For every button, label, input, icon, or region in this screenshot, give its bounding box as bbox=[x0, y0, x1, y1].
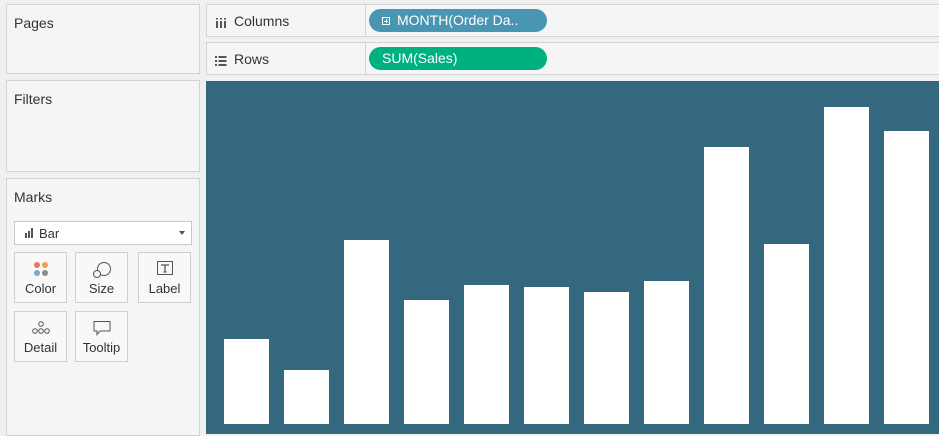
shelf-divider bbox=[365, 43, 366, 74]
tooltip-button-label: Tooltip bbox=[82, 340, 121, 355]
columns-label: Columns bbox=[234, 13, 290, 29]
size-button[interactable]: Size bbox=[75, 252, 128, 303]
mark-type-dropdown[interactable]: Bar bbox=[14, 221, 192, 245]
bar-mark[interactable] bbox=[584, 292, 629, 424]
month-order-date-pill[interactable]: MONTH(Order Da.. bbox=[369, 9, 547, 32]
pages-card: Pages bbox=[6, 4, 200, 74]
sum-sales-pill[interactable]: SUM(Sales) bbox=[369, 47, 547, 70]
filters-title: Filters bbox=[14, 91, 53, 107]
filters-card[interactable]: Filters bbox=[6, 80, 200, 172]
size-button-label: Size bbox=[88, 281, 115, 296]
bar-mark[interactable] bbox=[824, 107, 869, 424]
bar-mark[interactable] bbox=[644, 281, 689, 424]
pages-title: Pages bbox=[14, 15, 54, 31]
rows-shelf[interactable]: Rows SUM(Sales) bbox=[206, 42, 939, 75]
size-circles-icon bbox=[76, 261, 127, 278]
month-pill-label: MONTH(Order Da.. bbox=[397, 12, 519, 28]
detail-button[interactable]: Detail bbox=[14, 311, 67, 362]
bar-mark[interactable] bbox=[224, 339, 269, 424]
columns-icon bbox=[215, 15, 227, 33]
color-button[interactable]: Color bbox=[14, 252, 67, 303]
bar-mark[interactable] bbox=[404, 300, 449, 424]
bar-chart bbox=[224, 107, 929, 424]
color-dots-icon bbox=[15, 261, 66, 277]
color-button-label: Color bbox=[24, 281, 57, 296]
bar-mark[interactable] bbox=[344, 240, 389, 424]
tooltip-bubble-icon bbox=[76, 320, 127, 336]
marks-card: Marks Bar Color Size Label Detail Toolti… bbox=[6, 178, 200, 436]
shelf-divider bbox=[365, 5, 366, 36]
sales-pill-label: SUM(Sales) bbox=[382, 50, 458, 66]
label-button-label: Label bbox=[148, 281, 181, 296]
bar-mark[interactable] bbox=[704, 147, 749, 424]
bar-mark[interactable] bbox=[464, 285, 509, 424]
bar-chart-icon bbox=[25, 228, 33, 238]
expand-plus-icon[interactable] bbox=[382, 17, 390, 25]
columns-shelf[interactable]: Columns MONTH(Order Da.. bbox=[206, 4, 939, 37]
mark-type-label: Bar bbox=[39, 225, 60, 241]
detail-dots-icon bbox=[15, 320, 66, 336]
rows-label: Rows bbox=[234, 51, 270, 67]
detail-button-label: Detail bbox=[23, 340, 58, 355]
bar-mark[interactable] bbox=[284, 370, 329, 424]
rows-icon bbox=[215, 53, 227, 71]
chevron-down-icon[interactable] bbox=[179, 231, 185, 235]
marks-title: Marks bbox=[14, 189, 53, 205]
tooltip-button[interactable]: Tooltip bbox=[75, 311, 128, 362]
bar-mark[interactable] bbox=[524, 287, 569, 424]
bar-mark[interactable] bbox=[764, 244, 809, 424]
label-text-icon bbox=[139, 261, 190, 277]
bar-mark[interactable] bbox=[884, 131, 929, 424]
label-button[interactable]: Label bbox=[138, 252, 191, 303]
viz-pane[interactable] bbox=[206, 81, 939, 434]
